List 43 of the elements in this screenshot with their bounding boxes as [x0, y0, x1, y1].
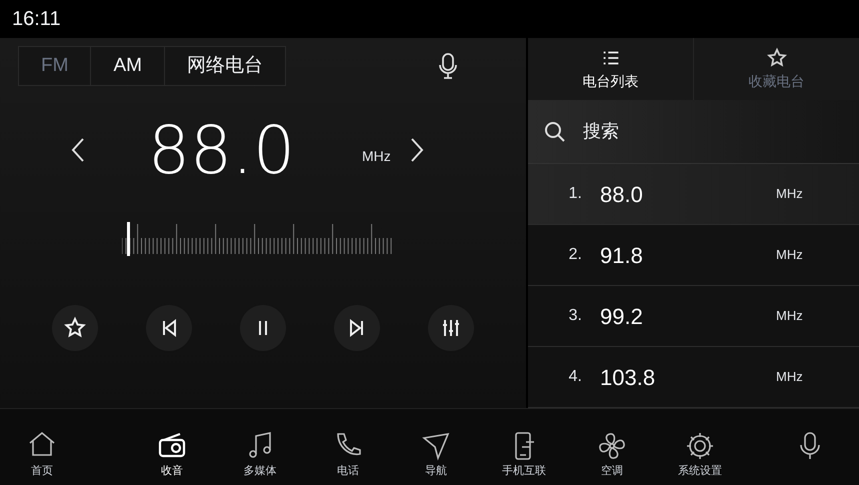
- equalizer-button[interactable]: [428, 305, 474, 351]
- search-icon: [543, 120, 567, 144]
- station-number: 1.: [568, 184, 582, 204]
- station-number: 2.: [568, 245, 582, 265]
- station-row[interactable]: 1. 88.0 MHz: [528, 164, 859, 225]
- next-track-button[interactable]: [334, 305, 380, 351]
- frequency-display: 88.0: [148, 110, 296, 190]
- frequency-unit: MHz: [362, 146, 391, 166]
- station-unit: MHz: [776, 307, 803, 326]
- station-frequency: 99.2: [600, 302, 644, 330]
- tuning-dial[interactable]: [122, 222, 394, 256]
- chevron-right-icon: [410, 137, 424, 163]
- voice-microphone-icon[interactable]: [438, 52, 458, 80]
- station-unit: MHz: [776, 246, 803, 264]
- clock-time: 16:11: [12, 7, 61, 32]
- station-number: 4.: [568, 367, 582, 387]
- star-icon: [63, 316, 87, 340]
- dock-item[interactable]: 手机互联: [480, 430, 568, 479]
- station-unit: MHz: [776, 185, 803, 204]
- chevron-left-icon: [71, 137, 85, 163]
- station-frequency: 88.0: [600, 180, 644, 208]
- dock-item[interactable]: 系统设置: [656, 430, 744, 479]
- station-frequency: 91.8: [600, 242, 644, 270]
- previous-track-button[interactable]: [146, 305, 192, 351]
- band-tab[interactable]: AM: [90, 47, 164, 85]
- station-unit: MHz: [776, 368, 803, 386]
- panel-tab[interactable]: 电台列表: [528, 38, 693, 100]
- dock-item[interactable]: 导航: [392, 430, 480, 479]
- favorite-button[interactable]: [52, 305, 98, 351]
- dock-item[interactable]: 电话: [304, 430, 392, 479]
- search-field[interactable]: 搜索: [528, 100, 859, 164]
- band-tab[interactable]: 网络电台: [164, 47, 285, 85]
- star-icon: [764, 46, 788, 68]
- search-input[interactable]: 搜索: [583, 118, 783, 145]
- dock-item[interactable]: 空调: [568, 430, 656, 479]
- dock-item[interactable]: 多媒体: [216, 430, 304, 479]
- station-number: 3.: [568, 306, 582, 326]
- pause-button[interactable]: [240, 305, 286, 351]
- band-tab[interactable]: FM: [19, 47, 90, 85]
- dock-item[interactable]: 收音: [128, 430, 216, 479]
- station-frequency: 103.8: [600, 364, 656, 392]
- dock-item[interactable]: 首页: [0, 430, 84, 479]
- tuning-needle[interactable]: [127, 222, 130, 256]
